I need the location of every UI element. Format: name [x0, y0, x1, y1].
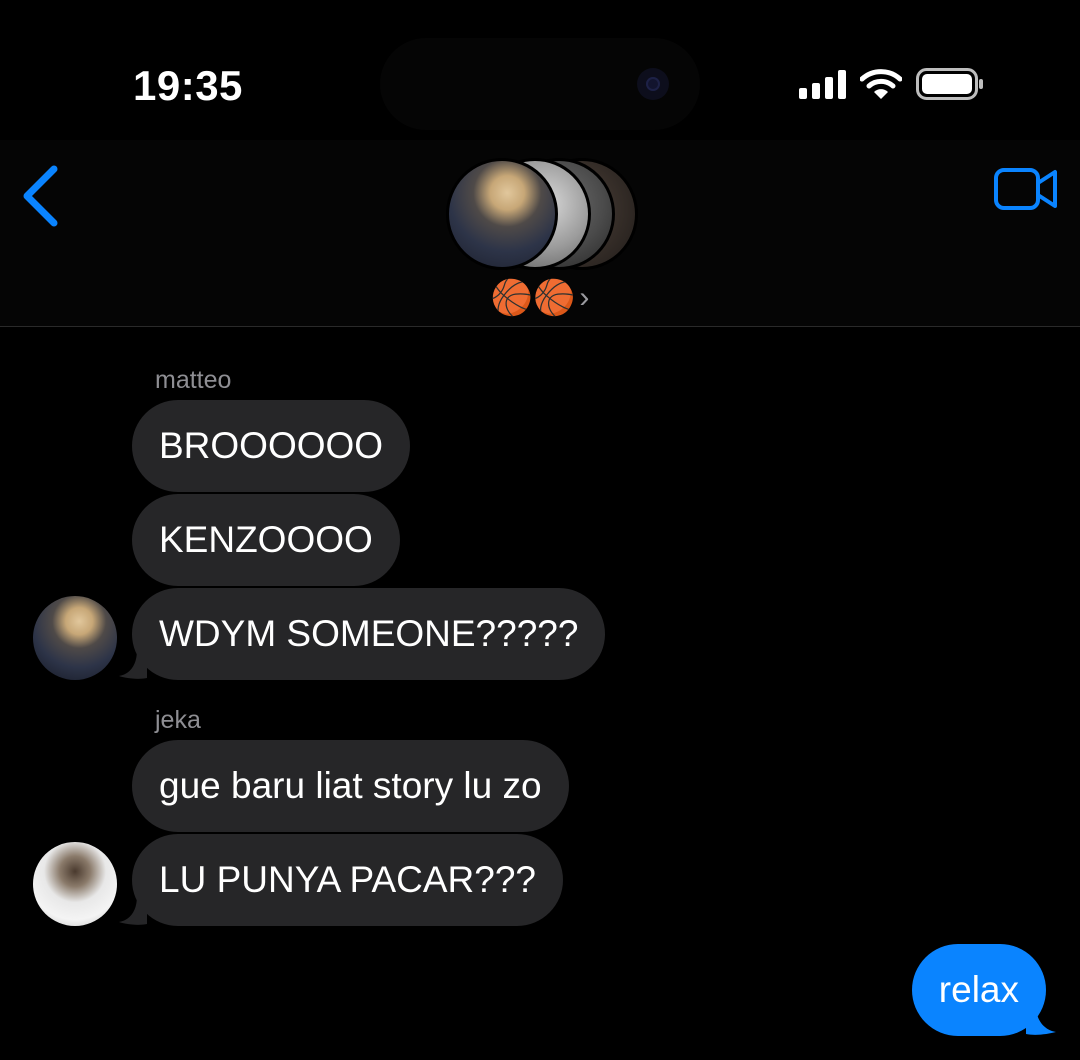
messages-screen: 19:35 🏀🏀 › matteo BROOOOOO KENZOOOO WDYM…: [0, 0, 1080, 1060]
avatar-matteo[interactable]: [33, 596, 117, 680]
status-time: 19:35: [133, 62, 243, 109]
bubble-tail: [1026, 1006, 1056, 1035]
battery-icon: [916, 68, 983, 100]
bubble-tail: [119, 896, 147, 925]
message-bubble[interactable]: WDYM SOMEONE?????: [132, 588, 606, 680]
group-avatar-stack[interactable]: [446, 158, 646, 270]
group-name-button[interactable]: 🏀🏀 ›: [0, 278, 1080, 318]
chevron-right-icon: ›: [579, 281, 590, 314]
bubble-tail: [119, 650, 147, 679]
message-bubble[interactable]: LU PUNYA PACAR???: [132, 834, 564, 926]
sender-name: jeka: [155, 706, 201, 734]
wifi-icon: [860, 69, 902, 99]
back-chevron-icon[interactable]: [20, 165, 60, 227]
video-call-icon[interactable]: [993, 166, 1059, 212]
status-icons: [799, 66, 984, 102]
sender-name: matteo: [155, 366, 232, 394]
group-name: 🏀🏀: [490, 279, 576, 317]
message-bubble[interactable]: BROOOOOO: [132, 400, 411, 492]
avatar-jeka[interactable]: [33, 842, 117, 926]
message-bubble[interactable]: gue baru liat story lu zo: [132, 740, 569, 832]
front-camera: [637, 68, 669, 100]
member-avatar: [446, 158, 558, 270]
message-bubble[interactable]: KENZOOOO: [132, 494, 400, 586]
cellular-signal-icon: [799, 69, 846, 99]
